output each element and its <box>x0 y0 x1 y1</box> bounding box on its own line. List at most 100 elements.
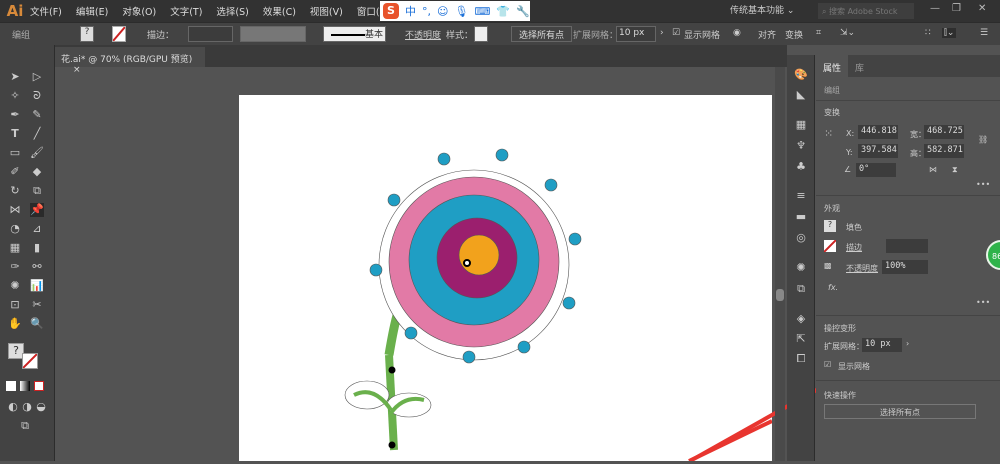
lasso-icon[interactable]: ᘐ <box>30 89 44 103</box>
asset-export-icon[interactable]: ⇱ <box>794 333 808 345</box>
restore-button[interactable]: ❐ <box>952 3 961 14</box>
stroke-panel-icon[interactable]: ≡ <box>794 190 808 202</box>
select-all-points-button[interactable]: 选择所有点 <box>511 26 572 42</box>
artboard-tool-icon[interactable]: ⊡ <box>8 298 22 312</box>
transform-button[interactable]: 变换 <box>785 28 803 41</box>
transform-more-button[interactable]: ••• <box>976 180 990 189</box>
ime-punct[interactable]: °, <box>422 5 431 18</box>
scrollbar-thumb[interactable] <box>776 289 784 301</box>
style-swatch[interactable] <box>474 26 488 42</box>
eraser-icon[interactable]: ◆ <box>30 165 44 179</box>
slice-tool-icon[interactable]: ✂ <box>30 298 44 312</box>
stroke-swatch[interactable] <box>823 239 837 253</box>
opacity-link[interactable]: 不透明度 <box>846 263 878 274</box>
brush-definition-select[interactable]: 基本 <box>323 26 386 42</box>
expand-mesh-input[interactable]: 10 px <box>616 26 656 42</box>
variable-width-select[interactable] <box>240 26 306 42</box>
color-guide-icon[interactable]: ◣ <box>794 89 808 101</box>
fill-swatch[interactable]: ? <box>824 220 836 232</box>
zoom-tool-icon[interactable]: 🔍 <box>30 317 44 331</box>
vertical-scrollbar[interactable] <box>775 67 785 461</box>
menu-effect[interactable]: 效果(C) <box>263 4 296 18</box>
keyboard-icon[interactable]: ⌨ <box>474 5 490 18</box>
align-button[interactable]: 对齐 <box>758 28 776 41</box>
symbols-icon[interactable]: ♣ <box>794 161 808 173</box>
brushes-icon[interactable]: ♆ <box>794 140 808 152</box>
y-input[interactable]: 397.584 <box>858 144 898 158</box>
screen-mode-icon[interactable]: ⧉ <box>18 419 32 433</box>
opacity-input[interactable]: 100% <box>882 260 928 274</box>
recolor-icon[interactable]: ◉ <box>733 28 741 38</box>
curvature-tool-icon[interactable]: ✎ <box>30 108 44 122</box>
mesh-tool-icon[interactable]: ▦ <box>8 241 22 255</box>
show-mesh-checkbox[interactable]: ☑ <box>672 28 680 38</box>
stroke-color-swatch[interactable] <box>22 353 38 369</box>
selection-tool-icon[interactable]: ➤ <box>8 70 22 84</box>
layers-icon[interactable]: ◈ <box>794 313 808 325</box>
show-mesh-checkbox[interactable]: ☑ <box>824 360 831 369</box>
direct-selection-tool-icon[interactable]: ▷ <box>30 70 44 84</box>
reference-point-icon[interactable]: ⁙ <box>824 127 833 140</box>
flip-vertical-icon[interactable]: ⧗ <box>952 165 958 175</box>
height-input[interactable]: 582.871 <box>924 144 964 158</box>
minimize-button[interactable]: — <box>930 3 940 14</box>
x-input[interactable]: 446.818 <box>858 125 898 139</box>
angle-input[interactable]: 0° <box>856 163 896 177</box>
menu-object[interactable]: 对象(O) <box>122 4 156 18</box>
menu-select[interactable]: 选择(S) <box>216 4 248 18</box>
shaper-tool-icon[interactable]: ✐ <box>8 165 22 179</box>
chevron-right-icon[interactable]: › <box>906 339 909 348</box>
graph-tool-icon[interactable]: 📊 <box>30 279 44 293</box>
stroke-weight-input[interactable] <box>188 26 233 42</box>
tab-libraries[interactable]: 库 <box>848 55 871 77</box>
gradient-panel-icon[interactable]: ▬ <box>794 211 808 223</box>
blend-tool-icon[interactable]: ⚯ <box>30 260 44 274</box>
menu-type[interactable]: 文字(T) <box>170 4 202 18</box>
document-tab[interactable]: 花.ai* @ 70% (RGB/GPU 预览) × <box>55 47 205 75</box>
puppet-icon[interactable]: ⇲⌄ <box>840 28 855 38</box>
shape-builder-icon[interactable]: ◔ <box>8 222 22 236</box>
ime-mode[interactable]: 中 <box>405 3 416 19</box>
puppet-warp-tool-icon[interactable]: 📌 <box>30 203 44 217</box>
rotate-tool-icon[interactable]: ↻ <box>8 184 22 198</box>
expand-mesh-input[interactable]: 10 px <box>862 338 902 352</box>
color-mode-icon[interactable] <box>6 381 16 391</box>
skin-icon[interactable]: 👕 <box>496 5 510 18</box>
isolate-icon[interactable]: ⌗ <box>816 28 821 38</box>
draw-inside-icon[interactable]: ◒ <box>34 400 48 414</box>
select-all-points-button[interactable]: 选择所有点 <box>824 404 976 419</box>
artboards-icon[interactable]: ⧠ <box>794 353 808 365</box>
opacity-link[interactable]: 不透明度 <box>405 28 441 41</box>
emoji-icon[interactable]: ☺ <box>437 5 448 18</box>
pen-tool-icon[interactable]: ✒ <box>8 108 22 122</box>
stroke-swatch[interactable] <box>112 26 126 42</box>
menu-list-icon[interactable]: ☰ <box>980 28 988 38</box>
stroke-weight-input[interactable] <box>886 239 928 253</box>
type-tool-icon[interactable]: T <box>8 127 22 141</box>
draw-behind-icon[interactable]: ◑ <box>20 400 34 414</box>
stroke-link[interactable]: 描边 <box>846 242 862 253</box>
fx-button[interactable]: fx. <box>828 283 838 292</box>
gradient-tool-icon[interactable]: ▮ <box>30 241 44 255</box>
stock-search-input[interactable]: ⌕ 搜索 Adobe Stock <box>818 3 914 19</box>
constrain-proportions-icon[interactable]: ⛓ <box>978 135 988 144</box>
width-tool-icon[interactable]: ⋈ <box>8 203 22 217</box>
wrench-icon[interactable]: 🔧 <box>516 5 530 18</box>
appearance-more-button[interactable]: ••• <box>976 298 990 307</box>
transparency-icon[interactable]: ◎ <box>794 232 808 244</box>
menu-file[interactable]: 文件(F) <box>30 4 62 18</box>
hand-tool-icon[interactable]: ✋ <box>8 317 22 331</box>
chevron-right-icon[interactable]: › <box>660 28 664 38</box>
menu-view[interactable]: 视图(V) <box>310 4 343 18</box>
draw-mode-icon[interactable]: ◐ <box>6 400 20 414</box>
color-palette-icon[interactable]: 🎨 <box>794 69 808 81</box>
panel-toggle-icon[interactable]: ⫿⌄ <box>942 28 957 38</box>
sogou-logo[interactable]: S <box>383 3 399 19</box>
magic-wand-icon[interactable]: ✧ <box>8 89 22 103</box>
gradient-mode-icon[interactable] <box>20 381 30 391</box>
none-mode-icon[interactable] <box>34 381 44 391</box>
symbol-sprayer-icon[interactable]: ✺ <box>8 279 22 293</box>
grid-icon[interactable]: ∷ <box>925 28 931 38</box>
scale-tool-icon[interactable]: ⧉ <box>30 184 44 198</box>
perspective-grid-icon[interactable]: ⊿ <box>30 222 44 236</box>
